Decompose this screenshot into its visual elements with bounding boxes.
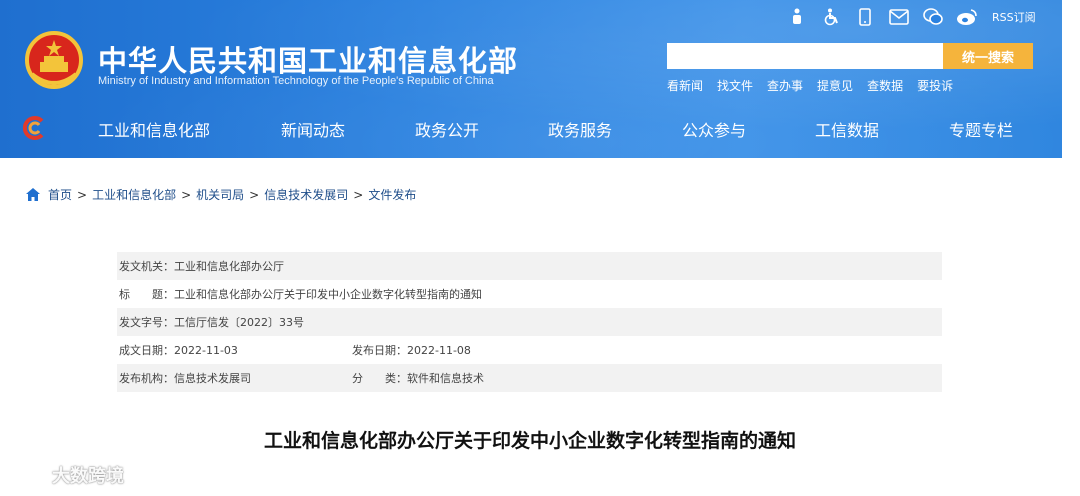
breadcrumb-it-development[interactable]: 信息技术发展司: [264, 186, 348, 203]
mail-icon[interactable]: [888, 7, 910, 27]
issuer-value: 工业和信息化部办公厅: [174, 260, 284, 273]
info-row-dates: 成文日期： 2022-11-03 发布日期： 2022-11-08: [117, 336, 942, 364]
national-emblem-icon[interactable]: [24, 30, 84, 92]
breadcrumb-home[interactable]: 首页: [48, 186, 72, 203]
quick-links: 看新闻 找文件 查办事 提意见 查数据 要投诉: [667, 77, 967, 94]
quick-link-complaint[interactable]: 要投诉: [917, 77, 953, 94]
site-title[interactable]: 中华人民共和国工业和信息化部: [98, 38, 518, 80]
nav-item-data[interactable]: 工信数据: [815, 117, 879, 141]
info-row-issuer: 发文机关： 工业和信息化部办公厅: [117, 252, 942, 280]
rss-subscribe-link[interactable]: RSS订阅: [992, 9, 1036, 25]
home-icon[interactable]: [26, 188, 40, 201]
breadcrumb-departments[interactable]: 机关司局: [196, 186, 244, 203]
nav-item-ministry[interactable]: 工业和信息化部: [98, 117, 210, 141]
breadcrumb-ministry[interactable]: 工业和信息化部: [92, 186, 176, 203]
doc-number-value: 工信厅信发〔2022〕33号: [174, 316, 304, 329]
quick-link-feedback[interactable]: 提意见: [817, 77, 853, 94]
site-subtitle: Ministry of Industry and Information Tec…: [98, 75, 494, 87]
ministry-logo-icon[interactable]: [22, 115, 48, 141]
search-button[interactable]: 统一搜索: [943, 43, 1033, 69]
category-value: 软件和信息技术: [407, 372, 484, 385]
main-nav: 工业和信息化部 新闻动态 政务公开 政务服务 公众参与 工信数据 专题专栏: [0, 106, 1062, 150]
quick-link-news[interactable]: 看新闻: [667, 77, 703, 94]
created-date-value: 2022-11-03: [174, 343, 238, 357]
title-value: 工业和信息化部办公厅关于印发中小企业数字化转型指南的通知: [174, 288, 482, 301]
breadcrumb-separator: >: [181, 187, 192, 202]
published-date-value: 2022-11-08: [407, 343, 471, 357]
quick-link-files[interactable]: 找文件: [717, 77, 753, 94]
quick-link-data[interactable]: 查数据: [867, 77, 903, 94]
weibo-icon[interactable]: [956, 7, 978, 27]
created-date-label: 成文日期：: [119, 344, 174, 357]
watermark: 大数跨境: [8, 462, 124, 488]
top-utility-bar: RSS订阅: [786, 6, 1036, 28]
info-row-doc-number: 发文字号： 工信厅信发〔2022〕33号: [117, 308, 942, 336]
breadcrumb-separator: >: [77, 187, 88, 202]
nav-item-special-topics[interactable]: 专题专栏: [949, 117, 1013, 141]
breadcrumb: 首页 > 工业和信息化部 > 机关司局 > 信息技术发展司 > 文件发布: [26, 186, 416, 203]
info-row-title: 标 题： 工业和信息化部办公厅关于印发中小企业数字化转型指南的通知: [117, 280, 942, 308]
document-title: 工业和信息化部办公厅关于印发中小企业数字化转型指南的通知: [263, 430, 796, 452]
title-label: 标 题：: [119, 288, 174, 301]
nav-item-services[interactable]: 政务服务: [548, 117, 612, 141]
nav-item-government-affairs[interactable]: 政务公开: [415, 117, 479, 141]
breadcrumb-separator: >: [353, 187, 364, 202]
watermark-logo-icon: [10, 466, 44, 483]
document-info-table: 发文机关： 工业和信息化部办公厅 标 题： 工业和信息化部办公厅关于印发中小企业…: [117, 252, 942, 392]
nav-item-news[interactable]: 新闻动态: [281, 117, 345, 141]
category-label: 分 类：: [352, 372, 407, 385]
quick-link-services[interactable]: 查办事: [767, 77, 803, 94]
info-row-org-category: 发布机构： 信息技术发展司 分 类： 软件和信息技术: [117, 364, 942, 392]
org-label: 发布机构：: [119, 372, 174, 385]
site-header: 中华人民共和国工业和信息化部 Ministry of Industry and …: [0, 0, 1062, 158]
search-input[interactable]: [667, 43, 943, 69]
mobile-icon[interactable]: [854, 7, 876, 27]
wheelchair-icon[interactable]: [820, 7, 842, 27]
published-date-label: 发布日期：: [352, 344, 407, 357]
breadcrumb-separator: >: [249, 187, 260, 202]
accessibility-figure-icon[interactable]: [786, 7, 808, 27]
doc-number-label: 发文字号：: [119, 316, 174, 329]
wechat-icon[interactable]: [922, 7, 944, 27]
org-value: 信息技术发展司: [174, 372, 251, 385]
issuer-label: 发文机关：: [119, 260, 174, 273]
nav-item-public-participation[interactable]: 公众参与: [682, 117, 746, 141]
breadcrumb-file-release[interactable]: 文件发布: [368, 186, 416, 203]
watermark-text: 大数跨境: [52, 466, 124, 487]
